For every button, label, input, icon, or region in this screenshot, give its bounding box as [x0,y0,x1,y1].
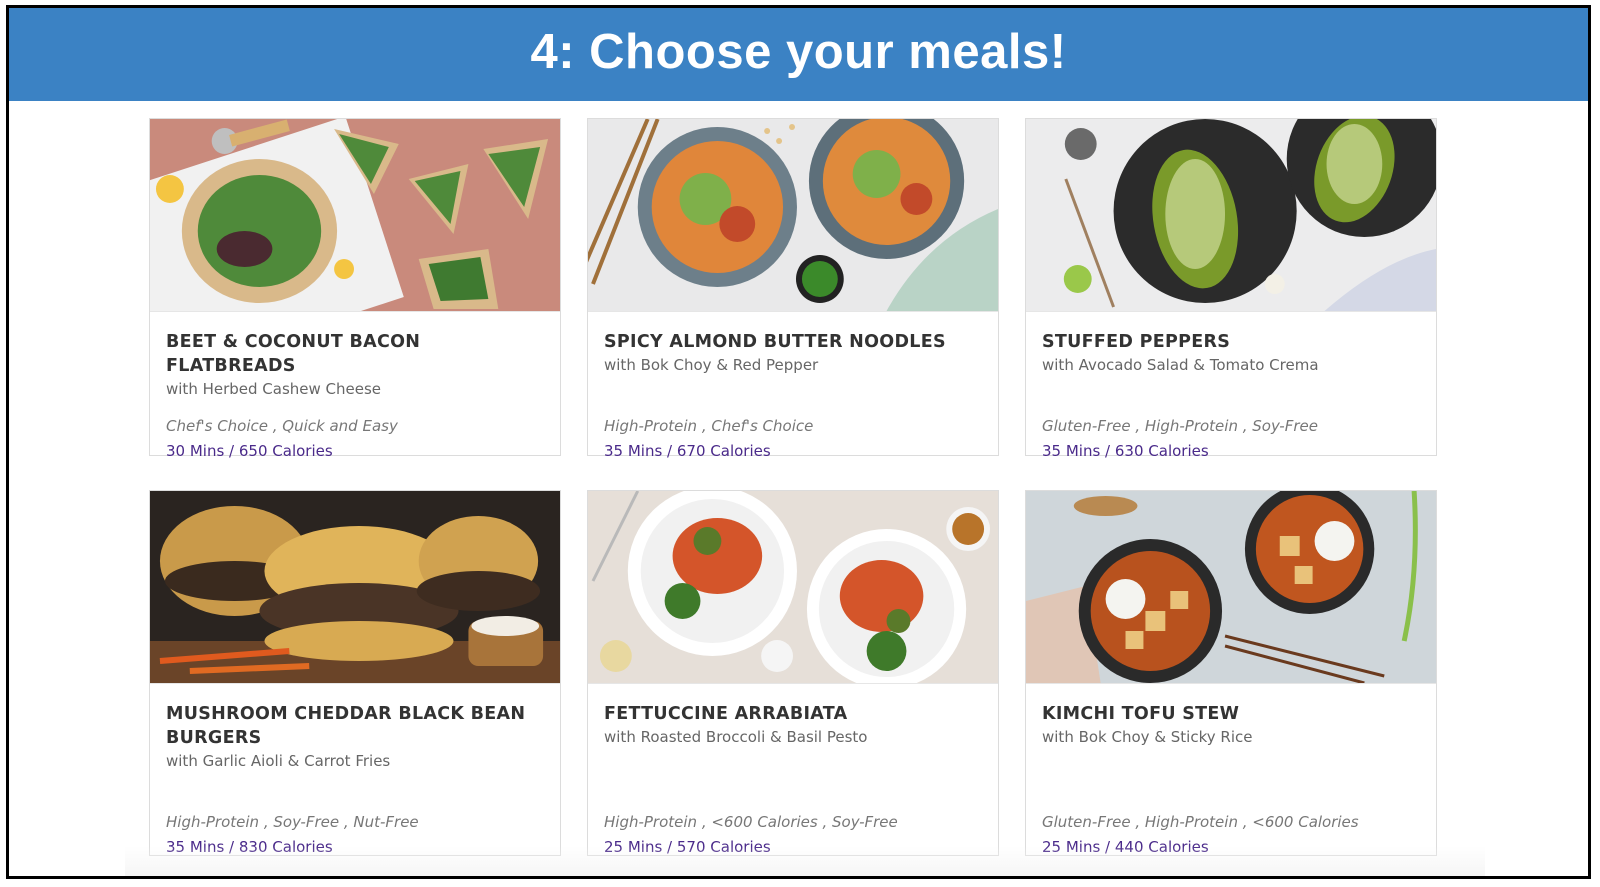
meal-title[interactable]: KIMCHI TOFU STEW [1042,702,1420,726]
page-title: 4: Choose your meals! [530,24,1067,79]
meal-card[interactable]: SPICY ALMOND BUTTER NOODLES with Bok Cho… [587,118,999,460]
header-banner: 4: Choose your meals! [9,8,1588,101]
meal-card[interactable]: MUSHROOM CHEDDAR BLACK BEAN BURGERS with… [149,490,561,856]
meal-photo-kimchi-stew[interactable] [1026,491,1436,684]
meal-photo-burgers[interactable] [150,491,560,684]
meal-photo-noodles[interactable] [588,119,998,312]
bottom-fade [125,846,1485,876]
screenshot-frame: 4: Choose your meals! BEET & COCONUT BAC… [6,5,1591,879]
meal-tags: High-Protein , Soy-Free , Nut-Free [166,813,419,831]
meal-tags: High-Protein , <600 Calories , Soy-Free [604,813,898,831]
meal-title[interactable]: FETTUCCINE ARRABIATA [604,702,982,726]
meal-tags: Gluten-Free , High-Protein , <600 Calori… [1042,813,1359,831]
meal-card[interactable]: KIMCHI TOFU STEW with Bok Choy & Sticky … [1025,490,1437,856]
meal-time-calories: 35 Mins / 630 Calories [1042,442,1209,460]
meal-card[interactable]: FETTUCCINE ARRABIATA with Roasted Brocco… [587,490,999,856]
meal-title[interactable]: SPICY ALMOND BUTTER NOODLES [604,330,982,354]
meal-subtitle: with Roasted Broccoli & Basil Pesto [604,728,868,746]
meal-tags: Gluten-Free , High-Protein , Soy-Free [1042,417,1318,435]
meal-title[interactable]: STUFFED PEPPERS [1042,330,1420,354]
meal-photo-flatbreads[interactable] [150,119,560,312]
meal-photo-fettuccine[interactable] [588,491,998,684]
meal-card[interactable]: STUFFED PEPPERS with Avocado Salad & Tom… [1025,118,1437,460]
meal-title[interactable]: MUSHROOM CHEDDAR BLACK BEAN BURGERS [166,702,544,750]
meal-tags: Chef's Choice , Quick and Easy [166,417,398,435]
meal-tags: High-Protein , Chef's Choice [604,417,814,435]
meal-time-calories: 30 Mins / 650 Calories [166,442,333,460]
meal-time-calories: 35 Mins / 670 Calories [604,442,771,460]
meal-photo-stuffed-peppers[interactable] [1026,119,1436,312]
meal-subtitle: with Herbed Cashew Cheese [166,380,382,398]
meal-subtitle: with Bok Choy & Red Pepper [604,356,819,374]
meal-card[interactable]: BEET & COCONUT BACON FLATBREADS with Her… [149,118,561,460]
meal-subtitle: with Garlic Aioli & Carrot Fries [166,752,391,770]
meal-title[interactable]: BEET & COCONUT BACON FLATBREADS [166,330,544,378]
meal-subtitle: with Avocado Salad & Tomato Crema [1042,356,1319,374]
meal-subtitle: with Bok Choy & Sticky Rice [1042,728,1253,746]
